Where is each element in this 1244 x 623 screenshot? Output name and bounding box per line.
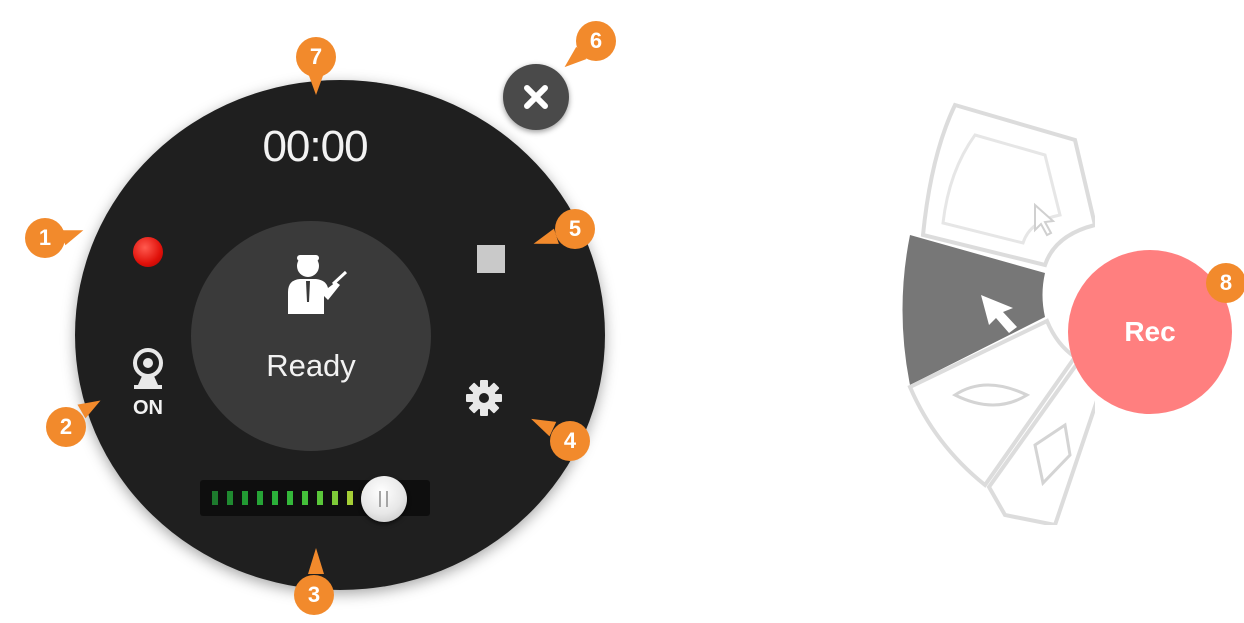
knob-grip [379, 491, 381, 507]
callout-5: 5 [555, 209, 595, 249]
volume-meter-segment [332, 491, 338, 505]
stop-button[interactable] [477, 245, 505, 273]
volume-meter-segment [302, 491, 308, 505]
callout-3: 3 [294, 575, 334, 615]
volume-meter-segment [287, 491, 293, 505]
volume-meter-segment [257, 491, 263, 505]
callout-1: 1 [25, 218, 65, 258]
volume-meter-segment [227, 491, 233, 505]
callout-tail [308, 548, 324, 574]
webcam-icon [133, 348, 163, 389]
callout-7: 7 [296, 37, 336, 77]
volume-meter-segment [317, 491, 323, 505]
presenter-icon [288, 255, 348, 314]
timer-display: 00:00 [262, 122, 368, 171]
volume-meter-segment [212, 491, 218, 505]
callout-2: 2 [46, 407, 86, 447]
tool-wheel [902, 102, 1095, 525]
tool-pointer[interactable] [920, 102, 1095, 268]
close-icon [524, 85, 548, 109]
callout-tail [59, 222, 87, 246]
callout-4: 4 [550, 421, 590, 461]
webcam-toggle[interactable]: ON [126, 345, 170, 435]
close-button[interactable] [503, 64, 569, 130]
volume-meter-segment [242, 491, 248, 505]
webcam-state-label: ON [133, 397, 163, 419]
gear-icon[interactable] [464, 378, 504, 418]
volume-slider-knob[interactable] [361, 476, 407, 522]
callout-8: 8 [1206, 263, 1244, 303]
callout-tail [308, 73, 324, 95]
volume-meter-segment [272, 491, 278, 505]
record-button[interactable] [133, 237, 163, 267]
knob-grip [386, 491, 388, 507]
volume-meter-segment [347, 491, 353, 505]
status-label: Ready [266, 348, 356, 383]
